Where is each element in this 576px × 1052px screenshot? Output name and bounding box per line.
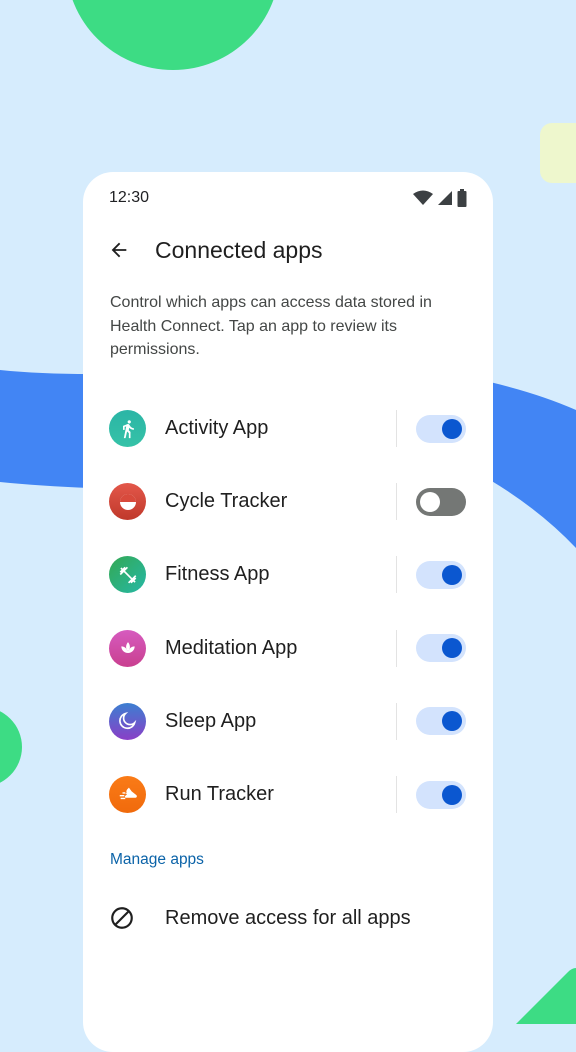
remove-access-all-apps-button[interactable]: Remove access for all apps bbox=[109, 900, 467, 936]
page-title: Connected apps bbox=[155, 236, 323, 263]
decorative-green-circle-left bbox=[0, 707, 22, 787]
app-name: Run Tracker bbox=[165, 783, 274, 806]
toggle-knob bbox=[420, 491, 440, 512]
dumbbell-icon bbox=[109, 556, 146, 594]
decorative-yellow-rect bbox=[540, 123, 576, 183]
cellular-signal-icon bbox=[438, 191, 452, 205]
toggle-fitness-app[interactable] bbox=[416, 560, 466, 589]
toggle-knob bbox=[442, 418, 462, 439]
toggle-meditation-app[interactable] bbox=[416, 634, 466, 663]
app-name: Sleep App bbox=[165, 709, 257, 732]
half-circle-icon bbox=[109, 483, 146, 521]
arrow-back-icon bbox=[111, 242, 127, 258]
status-time: 12:30 bbox=[109, 189, 150, 206]
toggle-cycle-tracker[interactable] bbox=[416, 487, 466, 516]
toggle-knob bbox=[442, 638, 462, 659]
running-shoe-icon bbox=[109, 776, 146, 814]
phone-screen: 12:30 Connected apps Control which apps … bbox=[83, 172, 493, 1052]
running-person-icon bbox=[109, 410, 146, 448]
wifi-icon bbox=[413, 190, 433, 205]
toggle-knob bbox=[442, 564, 462, 585]
app-row-cycle-tracker[interactable]: Cycle Tracker bbox=[83, 465, 493, 538]
divider bbox=[396, 556, 397, 594]
divider bbox=[396, 702, 397, 740]
divider bbox=[396, 483, 397, 521]
app-name: Activity App bbox=[165, 417, 269, 440]
decorative-green-shape-bottom bbox=[516, 968, 576, 1024]
divider bbox=[396, 629, 397, 667]
block-icon bbox=[111, 907, 133, 929]
toggle-knob bbox=[442, 711, 462, 732]
top-app-bar: Connected apps bbox=[107, 232, 323, 268]
toggle-run-tracker[interactable] bbox=[416, 780, 466, 809]
app-row-run-tracker[interactable]: Run Tracker bbox=[83, 758, 493, 831]
app-name: Fitness App bbox=[165, 563, 270, 586]
connected-apps-list: Activity App Cycle Tracker Fitness App M… bbox=[83, 392, 493, 831]
decorative-green-circle bbox=[66, 0, 280, 70]
app-row-fitness-app[interactable]: Fitness App bbox=[83, 538, 493, 611]
remove-access-label: Remove access for all apps bbox=[165, 906, 411, 929]
app-row-sleep-app[interactable]: Sleep App bbox=[83, 685, 493, 758]
app-row-meditation-app[interactable]: Meditation App bbox=[83, 612, 493, 685]
back-button[interactable] bbox=[107, 238, 131, 262]
decorative-blue-wave-right bbox=[490, 382, 576, 548]
lotus-icon bbox=[109, 629, 146, 667]
moon-icon bbox=[109, 702, 146, 740]
battery-icon bbox=[457, 189, 467, 207]
status-bar: 12:30 bbox=[109, 186, 467, 210]
divider bbox=[396, 776, 397, 814]
decorative-blue-wave-left bbox=[0, 370, 90, 488]
page-description: Control which apps can access data store… bbox=[110, 294, 432, 358]
app-name: Cycle Tracker bbox=[165, 490, 288, 513]
manage-apps-header: Manage apps bbox=[110, 851, 204, 868]
toggle-sleep-app[interactable] bbox=[416, 707, 466, 736]
toggle-knob bbox=[442, 784, 462, 805]
app-row-activity-app[interactable]: Activity App bbox=[83, 392, 493, 465]
divider bbox=[396, 410, 397, 448]
app-name: Meditation App bbox=[165, 636, 298, 659]
toggle-activity-app[interactable] bbox=[416, 414, 466, 443]
status-icons bbox=[413, 189, 467, 207]
